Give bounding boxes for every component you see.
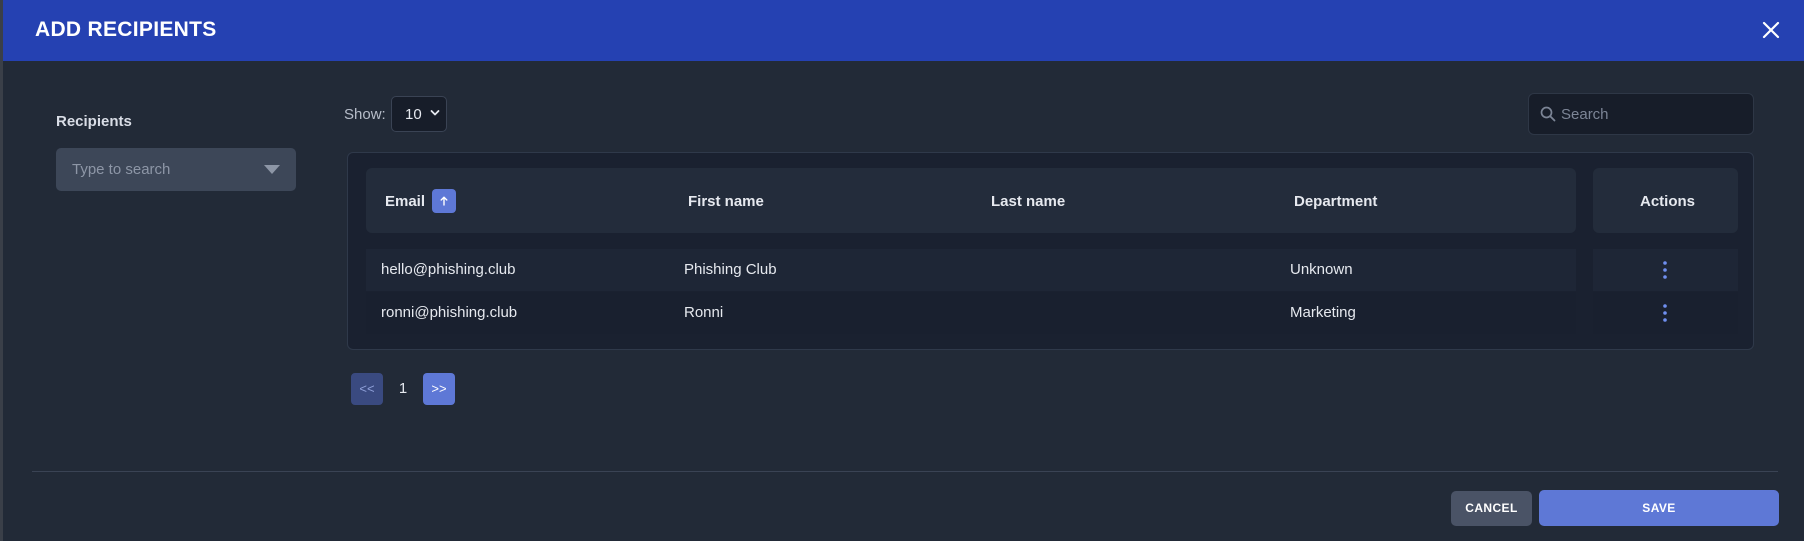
cell-email: ronni@phishing.club [381, 304, 518, 321]
chevron-down-icon [430, 110, 440, 116]
row-separator [1576, 249, 1593, 291]
next-page-button[interactable]: >> [423, 373, 455, 405]
column-header-actions: Actions [1640, 193, 1696, 210]
show-label: Show: [344, 106, 386, 123]
column-header-email[interactable]: Email [385, 193, 425, 210]
cell-department: Marketing [1290, 304, 1356, 321]
cancel-button[interactable]: CANCEL [1451, 491, 1532, 526]
recipients-select[interactable]: Type to search [56, 148, 296, 191]
previous-page-button[interactable]: << [351, 373, 383, 405]
page-size-value: 10 [405, 106, 422, 123]
cell-first-name: Phishing Club [684, 261, 777, 278]
table-row: ronni@phishing.club Ronni Marketing [366, 292, 1738, 334]
save-button[interactable]: SAVE [1539, 490, 1779, 526]
search-input[interactable] [1561, 94, 1747, 134]
row-actions-button[interactable] [1655, 302, 1675, 324]
search-icon [1540, 106, 1556, 122]
cell-department: Unknown [1290, 261, 1353, 278]
cell-first-name: Ronni [684, 304, 724, 321]
caret-down-icon [264, 165, 280, 174]
page-number-1[interactable]: 1 [393, 380, 413, 397]
page-size-select[interactable]: 10 [391, 96, 447, 132]
close-button[interactable] [1756, 15, 1786, 45]
dialog-header: ADD RECIPIENTS [3, 0, 1804, 61]
close-icon [1762, 21, 1780, 39]
recipients-label: Recipients [56, 113, 132, 130]
cell-email: hello@phishing.club [381, 261, 516, 278]
dialog-title: ADD RECIPIENTS [35, 18, 217, 41]
kebab-menu-icon [1663, 261, 1667, 279]
table-header [366, 168, 1576, 233]
row-separator [1576, 292, 1593, 334]
table-row: hello@phishing.club Phishing Club Unknow… [366, 249, 1738, 291]
recipients-select-placeholder: Type to search [72, 161, 171, 178]
column-header-department[interactable]: Department [1294, 193, 1377, 210]
next-page-label: >> [431, 381, 447, 396]
row-actions-button[interactable] [1655, 259, 1675, 281]
previous-page-label: << [359, 381, 375, 396]
sort-ascending-button[interactable] [432, 189, 456, 213]
footer-divider [32, 471, 1778, 472]
search-box [1528, 93, 1754, 135]
kebab-menu-icon [1663, 304, 1667, 322]
arrow-up-icon [440, 196, 448, 206]
column-header-first-name[interactable]: First name [688, 193, 764, 210]
column-header-last-name[interactable]: Last name [991, 193, 1065, 210]
